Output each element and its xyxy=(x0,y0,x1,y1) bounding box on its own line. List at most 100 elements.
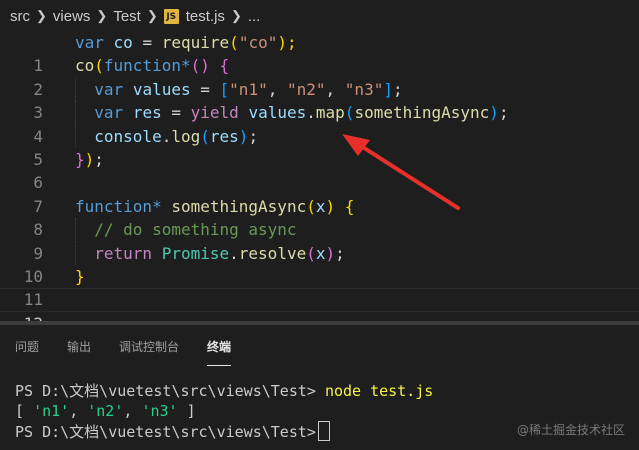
breadcrumb-item-test[interactable]: Test xyxy=(113,8,141,25)
identifier: co xyxy=(113,33,133,52)
bracket: ) xyxy=(489,103,499,123)
panel-tabs: 问题 输出 调试控制台 终端 xyxy=(0,325,639,367)
tab-problems[interactable]: 问题 xyxy=(15,334,39,359)
code-line[interactable]: 7 xyxy=(0,171,639,216)
operator: = xyxy=(200,79,210,99)
terminal-output[interactable]: PS D:\文档\vuetest\src\views\Test> node te… xyxy=(15,381,433,442)
breadcrumb-ellipsis[interactable]: ... xyxy=(248,8,261,25)
identifier: console xyxy=(94,126,162,146)
keyword: var xyxy=(94,79,124,99)
bottom-panel: 问题 输出 调试控制台 终端 PS D:\文档\vuetest\src\view… xyxy=(0,325,639,450)
bracket: ( xyxy=(306,243,316,263)
code-line[interactable]: 1 var co = require("co"); xyxy=(0,31,639,75)
bracket: } xyxy=(75,149,85,169)
operator: = xyxy=(142,33,153,52)
keyword: yield xyxy=(190,103,239,123)
bracket: ) xyxy=(84,149,95,169)
terminal-string: 'n2' xyxy=(87,402,124,420)
bracket: () xyxy=(190,56,210,76)
string-literal: "n3" xyxy=(344,79,384,99)
tab-output[interactable]: 输出 xyxy=(67,334,91,359)
chevron-right-icon: ❯ xyxy=(146,8,158,23)
keyword: var xyxy=(75,33,104,52)
code-line[interactable]: 4 var res = yield values.map(somethingAs… xyxy=(0,101,639,146)
identifier: values xyxy=(248,103,307,123)
bracket: ( xyxy=(200,126,210,146)
tab-debug-console[interactable]: 调试控制台 xyxy=(119,334,179,359)
punctuation: ; xyxy=(392,79,403,99)
terminal-line: PS D:\文档\vuetest\src\views\Test> xyxy=(15,421,433,442)
identifier: values xyxy=(132,79,191,99)
bracket: ( xyxy=(94,56,104,76)
function-name: co xyxy=(75,56,95,76)
terminal-cursor xyxy=(317,421,330,441)
breadcrumb-item-src[interactable]: src xyxy=(10,8,30,25)
punctuation: ; xyxy=(498,103,509,123)
string-literal: "n2" xyxy=(286,79,326,99)
breadcrumb-item-views[interactable]: views xyxy=(53,8,91,25)
code-line[interactable]: 6 }); xyxy=(0,148,639,192)
terminal-string: 'n1' xyxy=(33,402,70,420)
function-name: require xyxy=(161,33,230,52)
bracket: ] xyxy=(383,79,393,99)
class-name: Promise xyxy=(161,243,230,263)
code-line[interactable]: 3 var values = ["n1", "n2", "n3"]; xyxy=(0,77,639,122)
terminal-string: 'n3' xyxy=(141,402,178,420)
punctuation: . xyxy=(229,243,239,263)
code-editor[interactable]: 1 var co = require("co"); 2 co(function*… xyxy=(0,31,639,333)
code-line[interactable]: 9 // do something async xyxy=(0,218,639,263)
bracket: { xyxy=(219,56,230,76)
bracket: ) xyxy=(325,243,336,263)
bracket: ( xyxy=(306,196,316,216)
punctuation: . xyxy=(306,103,316,123)
identifier: x xyxy=(315,243,326,263)
code-line[interactable]: 10 return Promise.resolve(x); xyxy=(0,241,639,286)
javascript-file-icon: JS xyxy=(163,8,179,24)
terminal-text: [ xyxy=(15,402,25,420)
breadcrumb-item-file[interactable]: test.js xyxy=(186,8,225,25)
code-comment: // do something async xyxy=(94,220,297,240)
string-literal: "co" xyxy=(238,33,278,52)
function-name: resolve xyxy=(238,243,307,263)
code-line[interactable]: 8 function* somethingAsync(x) { xyxy=(0,195,639,239)
identifier: res xyxy=(132,103,162,123)
terminal-command: node test.js xyxy=(324,382,434,400)
bracket: } xyxy=(75,266,85,286)
watermark: @稀土掘金技术社区 xyxy=(516,423,625,437)
code-line-current[interactable]: 12 xyxy=(0,288,639,333)
terminal-prompt: PS D:\文档\vuetest\src\views\Test> xyxy=(15,382,316,400)
code-line[interactable]: 11 } xyxy=(0,265,639,309)
tab-terminal[interactable]: 终端 xyxy=(207,334,232,366)
punctuation: ; xyxy=(94,149,104,169)
punctuation: ; xyxy=(248,126,259,146)
operator: * xyxy=(152,196,162,216)
keyword: function xyxy=(75,196,153,216)
bracket: ) xyxy=(238,126,249,146)
keyword: return xyxy=(94,243,153,263)
punctuation: . xyxy=(161,126,172,146)
chevron-right-icon: ❯ xyxy=(230,8,242,23)
function-name: somethingAsync xyxy=(171,196,307,216)
punctuation: , xyxy=(267,79,278,99)
bracket: ); xyxy=(277,33,297,52)
terminal-line: PS D:\文档\vuetest\src\views\Test> node te… xyxy=(15,381,433,401)
punctuation: , xyxy=(325,79,336,99)
code-line[interactable]: 2 co(function*() { xyxy=(0,54,639,98)
operator: * xyxy=(180,56,191,76)
identifier: res xyxy=(209,126,239,146)
function-name: log xyxy=(171,126,201,146)
terminal-prompt: PS D:\文档\vuetest\src\views\Test> xyxy=(15,423,316,441)
operator: = xyxy=(171,103,181,123)
chevron-right-icon: ❯ xyxy=(96,8,108,23)
bracket: ( xyxy=(229,33,239,52)
breadcrumb: src ❯ views ❯ Test ❯ JS test.js ❯ ... xyxy=(0,0,639,32)
code-line[interactable]: 5 console.log(res); xyxy=(0,124,639,169)
terminal-line: [ 'n1', 'n2', 'n3' ] xyxy=(15,402,196,420)
keyword: function xyxy=(103,56,181,76)
bracket: [ xyxy=(219,79,230,99)
keyword: var xyxy=(94,103,124,123)
chevron-right-icon: ❯ xyxy=(36,8,47,23)
punctuation: ; xyxy=(335,243,345,263)
string-literal: "n1" xyxy=(229,79,268,99)
terminal-text: ] xyxy=(186,402,196,420)
